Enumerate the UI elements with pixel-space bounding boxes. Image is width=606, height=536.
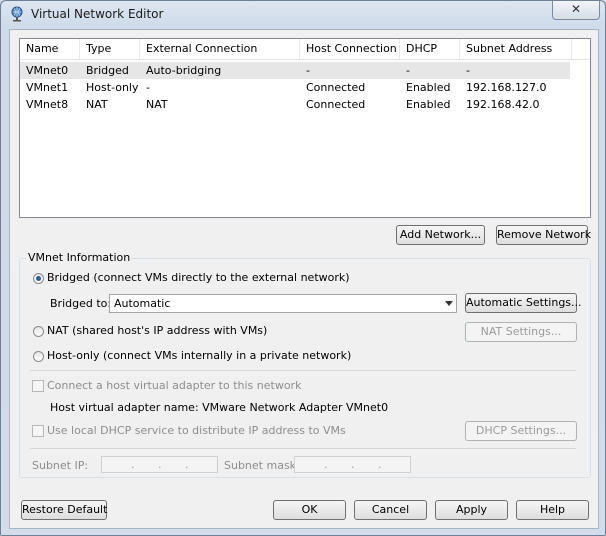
cell-subnet: -: [466, 64, 470, 77]
group-title: VMnet Information: [26, 251, 133, 264]
connect-adapter-checkbox[interactable]: [32, 380, 44, 392]
bridged-to-value: Automatic: [114, 297, 171, 310]
divider: [30, 448, 576, 449]
apply-button[interactable]: Apply: [435, 500, 508, 520]
table-row[interactable]: VMnet1 Host-only - Connected Enabled 192…: [20, 79, 570, 96]
connect-adapter-label[interactable]: Connect a host virtual adapter to this n…: [47, 379, 301, 392]
cell-name: VMnet8: [26, 98, 69, 111]
column-header-name[interactable]: Name: [20, 39, 80, 59]
table-row[interactable]: VMnet0 Bridged Auto-bridging - - -: [20, 62, 570, 79]
cell-subnet: 192.168.127.0: [466, 81, 547, 94]
bridged-radio[interactable]: [33, 273, 44, 284]
bridged-to-select[interactable]: Automatic: [109, 294, 457, 313]
cell-type: Host-only: [86, 81, 139, 94]
dialog-body: Name Type External Connection Host Conne…: [9, 29, 599, 529]
cell-dhcp: Enabled: [406, 98, 451, 111]
close-icon: ✕: [570, 2, 582, 16]
cancel-button[interactable]: Cancel: [354, 500, 427, 520]
column-header-type[interactable]: Type: [80, 39, 140, 59]
host-only-label[interactable]: Host-only (connect VMs internally in a p…: [47, 349, 351, 362]
ok-button[interactable]: OK: [273, 500, 346, 520]
cell-subnet: 192.168.42.0: [466, 98, 540, 111]
close-button[interactable]: ✕: [552, 1, 600, 20]
chevron-down-icon: [445, 301, 453, 306]
network-list[interactable]: Name Type External Connection Host Conne…: [19, 38, 591, 218]
subnet-ip-label: Subnet IP:: [32, 459, 89, 472]
cell-host: -: [306, 64, 310, 77]
divider: [30, 370, 576, 371]
help-button[interactable]: Help: [516, 500, 589, 520]
column-header-dhcp[interactable]: DHCP: [400, 39, 460, 59]
use-dhcp-label[interactable]: Use local DHCP service to distribute IP …: [47, 424, 346, 437]
network-globe-icon: [11, 6, 23, 22]
cell-type: Bridged: [86, 64, 129, 77]
cell-dhcp: Enabled: [406, 81, 451, 94]
cell-name: VMnet0: [26, 64, 69, 77]
cell-external: Auto-bridging: [146, 64, 222, 77]
host-only-radio[interactable]: [33, 351, 44, 362]
add-network-button[interactable]: Add Network...: [396, 225, 485, 245]
remove-network-button[interactable]: Remove Network: [496, 225, 591, 245]
vmnet-information-group: VMnet Information: [19, 251, 591, 478]
nat-label[interactable]: NAT (shared host's IP address with VMs): [47, 324, 267, 337]
use-dhcp-checkbox[interactable]: [32, 425, 44, 437]
cell-external: NAT: [146, 98, 168, 111]
bridged-label[interactable]: Bridged (connect VMs directly to the ext…: [47, 271, 350, 284]
column-header-host-connection[interactable]: Host Connection: [300, 39, 400, 59]
list-header: Name Type External Connection Host Conne…: [20, 39, 590, 60]
restore-default-button[interactable]: Restore Default: [21, 500, 107, 520]
column-header-subnet-address[interactable]: Subnet Address: [460, 39, 572, 59]
nat-radio[interactable]: [33, 326, 44, 337]
adapter-name-label: Host virtual adapter name: VMware Networ…: [50, 401, 389, 414]
window-title: Virtual Network Editor: [31, 7, 164, 21]
automatic-settings-button[interactable]: Automatic Settings...: [465, 293, 582, 313]
column-header-external-connection[interactable]: External Connection: [140, 39, 300, 59]
subnet-ip-field[interactable]: ...: [101, 456, 218, 473]
cell-host: Connected: [306, 98, 366, 111]
cell-type: NAT: [86, 98, 108, 111]
cell-name: VMnet1: [26, 81, 69, 94]
cell-dhcp: -: [406, 64, 410, 77]
cell-host: Connected: [306, 81, 366, 94]
table-row[interactable]: VMnet8 NAT NAT Connected Enabled 192.168…: [20, 96, 570, 113]
cell-external: -: [146, 81, 150, 94]
nat-settings-button[interactable]: NAT Settings...: [465, 322, 577, 342]
subnet-mask-field[interactable]: ...: [294, 456, 411, 473]
virtual-network-editor-window: Virtual Network Editor ✕ Name Type Exter…: [0, 0, 606, 536]
dhcp-settings-button[interactable]: DHCP Settings...: [465, 421, 577, 441]
subnet-mask-label: Subnet mask:: [224, 459, 300, 472]
title-bar[interactable]: Virtual Network Editor ✕: [1, 1, 605, 27]
bridged-to-label: Bridged to:: [50, 297, 112, 310]
